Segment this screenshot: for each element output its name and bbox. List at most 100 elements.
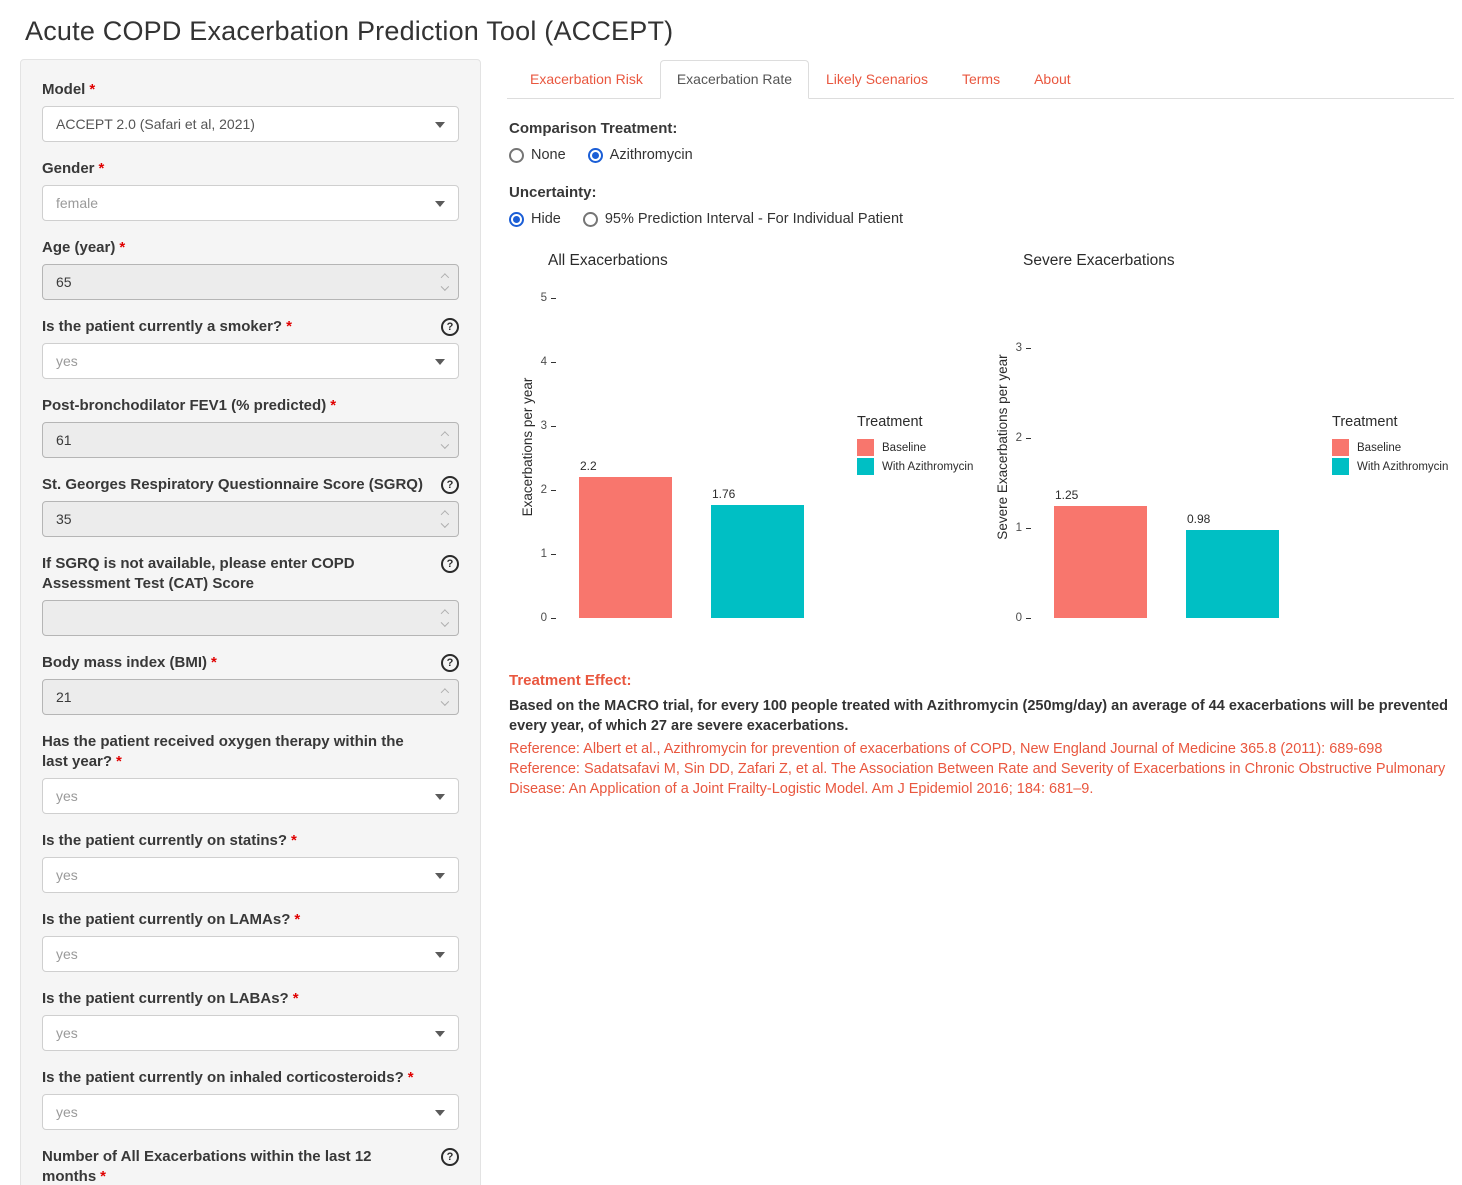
help-question-icon[interactable]: ? xyxy=(441,318,459,336)
radio-uncertainty-hide[interactable]: Hide xyxy=(509,211,561,227)
comparison-treatment-group: None Azithromycin xyxy=(509,147,1454,163)
tab-likely-scenarios[interactable]: Likely Scenarios xyxy=(809,60,945,99)
selected-value: yes xyxy=(56,1025,78,1041)
form-group-model: Model*ACCEPT 2.0 (Safari et al, 2021) xyxy=(42,80,459,142)
form-group-fev1: Post-bronchodilator FEV1 (% predicted)*6… xyxy=(42,396,459,458)
chevron-down-icon xyxy=(435,201,445,207)
field-label-exacerbations-12mo: Number of All Exacerbations within the l… xyxy=(42,1147,459,1185)
fev1-input[interactable]: 61 xyxy=(42,422,459,458)
chevron-down-icon xyxy=(435,873,445,879)
number-spinner-icon[interactable] xyxy=(442,275,448,290)
radio-uncertainty-95-prediction-interval-for-individual-patient[interactable]: 95% Prediction Interval - For Individual… xyxy=(583,211,903,227)
tab-exacerbation-rate[interactable]: Exacerbation Rate xyxy=(660,60,809,99)
treatment-effect-section: Treatment Effect: Based on the MACRO tri… xyxy=(507,672,1452,799)
field-label-text: St. Georges Respiratory Questionnaire Sc… xyxy=(42,476,423,493)
bar-with-azithromycin xyxy=(711,505,804,618)
field-label-text: Gender xyxy=(42,160,95,177)
y-tick-mark xyxy=(1026,348,1031,349)
number-spinner-icon[interactable] xyxy=(442,690,448,705)
ics-select[interactable]: yes xyxy=(42,1094,459,1130)
number-spinner-icon[interactable] xyxy=(442,611,448,626)
required-asterisk: * xyxy=(211,654,217,671)
tab-terms[interactable]: Terms xyxy=(945,60,1017,99)
bar-baseline xyxy=(579,477,672,618)
labas-select[interactable]: yes xyxy=(42,1015,459,1051)
statins-select[interactable]: yes xyxy=(42,857,459,893)
radio-option-label: Azithromycin xyxy=(610,147,693,163)
spinner-up-icon[interactable] xyxy=(441,511,449,519)
chevron-down-icon xyxy=(435,794,445,800)
spinner-down-icon[interactable] xyxy=(441,440,449,448)
legend-entry: Baseline xyxy=(1332,439,1448,456)
legend-swatch-icon xyxy=(857,458,874,475)
field-label-sgrq: St. Georges Respiratory Questionnaire Sc… xyxy=(42,475,459,495)
charts-area: All ExacerbationsExacerbations per year0… xyxy=(507,246,1454,651)
input-value: 65 xyxy=(56,274,72,290)
required-asterisk: * xyxy=(116,753,122,770)
legend-title: Treatment xyxy=(857,414,973,430)
selected-value: yes xyxy=(56,867,78,883)
selected-value: yes xyxy=(56,353,78,369)
help-question-icon[interactable]: ? xyxy=(441,555,459,573)
radio-circle-icon xyxy=(509,212,524,227)
smoker-select[interactable]: yes xyxy=(42,343,459,379)
spinner-down-icon[interactable] xyxy=(441,519,449,527)
tab-about[interactable]: About xyxy=(1017,60,1088,99)
bar-value-label: 0.98 xyxy=(1187,512,1210,526)
spinner-up-icon[interactable] xyxy=(441,689,449,697)
spinner-down-icon[interactable] xyxy=(441,618,449,626)
tab-bar: Exacerbation RiskExacerbation RateLikely… xyxy=(507,60,1454,99)
chart-legend: TreatmentBaselineWith Azithromycin xyxy=(857,414,973,477)
required-asterisk: * xyxy=(408,1069,414,1086)
tab-exacerbation-risk[interactable]: Exacerbation Risk xyxy=(513,60,660,99)
chevron-down-icon xyxy=(435,122,445,128)
help-question-icon[interactable]: ? xyxy=(441,476,459,494)
sidebar-form: Model*ACCEPT 2.0 (Safari et al, 2021) Gen… xyxy=(20,59,481,1185)
bar-value-label: 2.2 xyxy=(580,459,597,473)
chart-title: All Exacerbations xyxy=(548,252,668,270)
sgrq-input[interactable]: 35 xyxy=(42,501,459,537)
y-tick-label: 2 xyxy=(982,431,1022,445)
radio-comparison-treatment-azithromycin[interactable]: Azithromycin xyxy=(588,147,693,163)
page-title: Acute COPD Exacerbation Prediction Tool … xyxy=(25,16,1462,47)
number-spinner-icon[interactable] xyxy=(442,512,448,527)
cat-score-input[interactable] xyxy=(42,600,459,636)
field-label-text: Post-bronchodilator FEV1 (% predicted) xyxy=(42,397,326,414)
y-tick-mark xyxy=(1026,438,1031,439)
bmi-input[interactable]: 21 xyxy=(42,679,459,715)
required-asterisk: * xyxy=(100,1168,106,1185)
required-asterisk: * xyxy=(286,318,292,335)
y-tick-label: 0 xyxy=(982,611,1022,625)
oxygen-select[interactable]: yes xyxy=(42,778,459,814)
y-tick-label: 2 xyxy=(507,483,547,497)
required-asterisk: * xyxy=(99,160,105,177)
field-label-smoker: Is the patient currently a smoker?* xyxy=(42,317,459,337)
form-group-smoker: Is the patient currently a smoker?*? yes xyxy=(42,317,459,379)
field-label-text: Number of All Exacerbations within the l… xyxy=(42,1148,372,1185)
model-select[interactable]: ACCEPT 2.0 (Safari et al, 2021) xyxy=(42,106,459,142)
chart-title: Severe Exacerbations xyxy=(1023,252,1175,270)
selected-value: ACCEPT 2.0 (Safari et al, 2021) xyxy=(56,116,255,132)
required-asterisk: * xyxy=(119,239,125,256)
radio-option-label: Hide xyxy=(531,211,561,227)
field-label-text: Is the patient currently a smoker? xyxy=(42,318,282,335)
spinner-up-icon[interactable] xyxy=(441,274,449,282)
lamas-select[interactable]: yes xyxy=(42,936,459,972)
radio-option-label: None xyxy=(531,147,566,163)
field-label-gender: Gender* xyxy=(42,159,459,179)
spinner-up-icon[interactable] xyxy=(441,610,449,618)
help-question-icon[interactable]: ? xyxy=(441,654,459,672)
spinner-down-icon[interactable] xyxy=(441,697,449,705)
required-asterisk: * xyxy=(293,990,299,1007)
age-input[interactable]: 65 xyxy=(42,264,459,300)
help-question-icon[interactable]: ? xyxy=(441,1148,459,1166)
gender-select[interactable]: female xyxy=(42,185,459,221)
spinner-up-icon[interactable] xyxy=(441,432,449,440)
field-label-labas: Is the patient currently on LABAs?* xyxy=(42,989,459,1009)
radio-comparison-treatment-none[interactable]: None xyxy=(509,147,566,163)
number-spinner-icon[interactable] xyxy=(442,433,448,448)
spinner-down-icon[interactable] xyxy=(441,282,449,290)
field-label-text: Is the patient currently on inhaled cort… xyxy=(42,1069,404,1086)
y-tick-label: 3 xyxy=(982,341,1022,355)
form-group-gender: Gender* female xyxy=(42,159,459,221)
